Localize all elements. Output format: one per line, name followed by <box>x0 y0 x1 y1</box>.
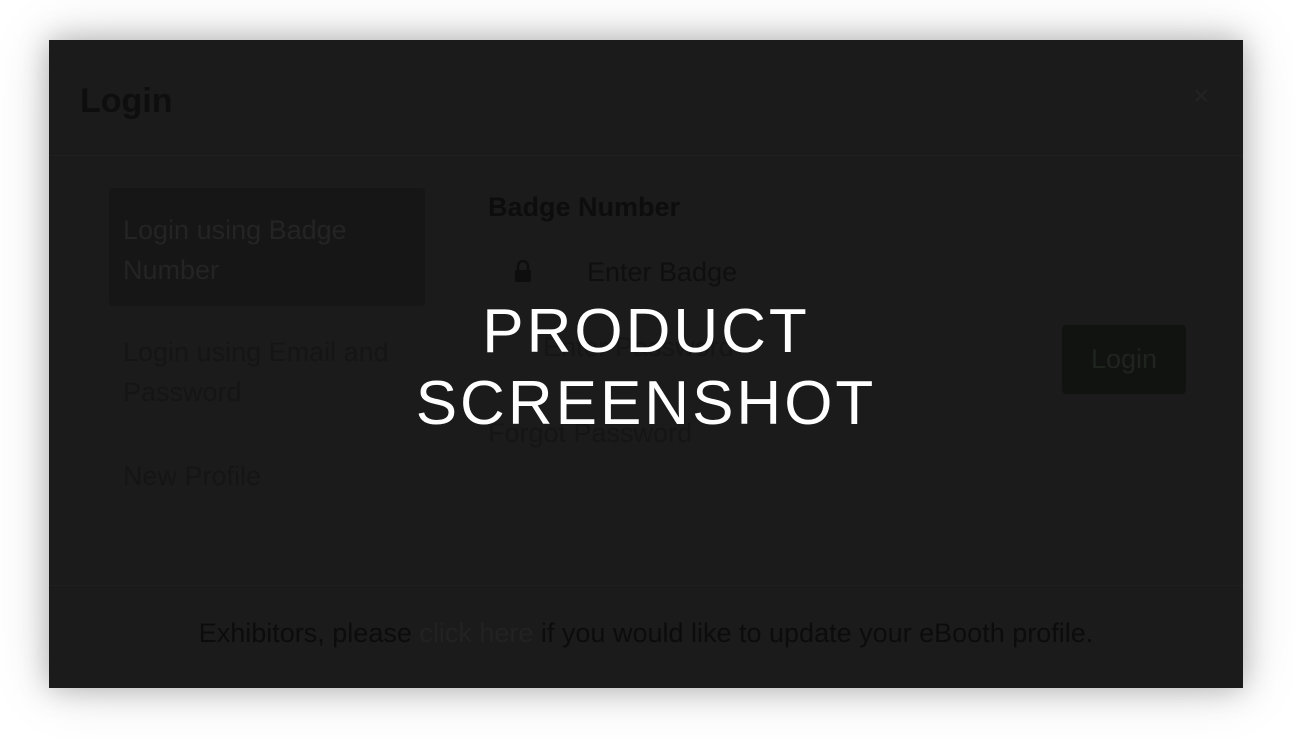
footer-click-here-link[interactable]: click here <box>419 618 533 648</box>
badge-number-input[interactable] <box>587 252 1007 292</box>
tab-new-profile[interactable]: New Profile <box>123 456 413 496</box>
modal-title: Login <box>80 82 173 120</box>
tab-login-badge-label: Login using Badge Number <box>123 215 347 285</box>
overlay-line-2: SCREENSHOT <box>415 369 877 438</box>
footer-divider <box>49 585 1243 586</box>
footer-suffix: if you would like to update your eBooth … <box>533 618 1094 648</box>
overlay-line-1: PRODUCT <box>482 297 810 366</box>
product-screenshot-frame: Login × Login using Badge Number Login u… <box>49 40 1243 688</box>
close-icon[interactable]: × <box>1193 80 1209 112</box>
lock-icon <box>515 260 531 282</box>
product-screenshot-overlay: PRODUCT SCREENSHOT <box>49 296 1243 440</box>
footer-message: Exhibitors, please click here if you wou… <box>49 618 1243 649</box>
tab-login-badge[interactable]: Login using Badge Number <box>109 188 425 306</box>
badge-number-label: Badge Number <box>488 192 681 222</box>
footer-prefix: Exhibitors, please <box>198 618 420 648</box>
header-divider <box>49 155 1243 156</box>
